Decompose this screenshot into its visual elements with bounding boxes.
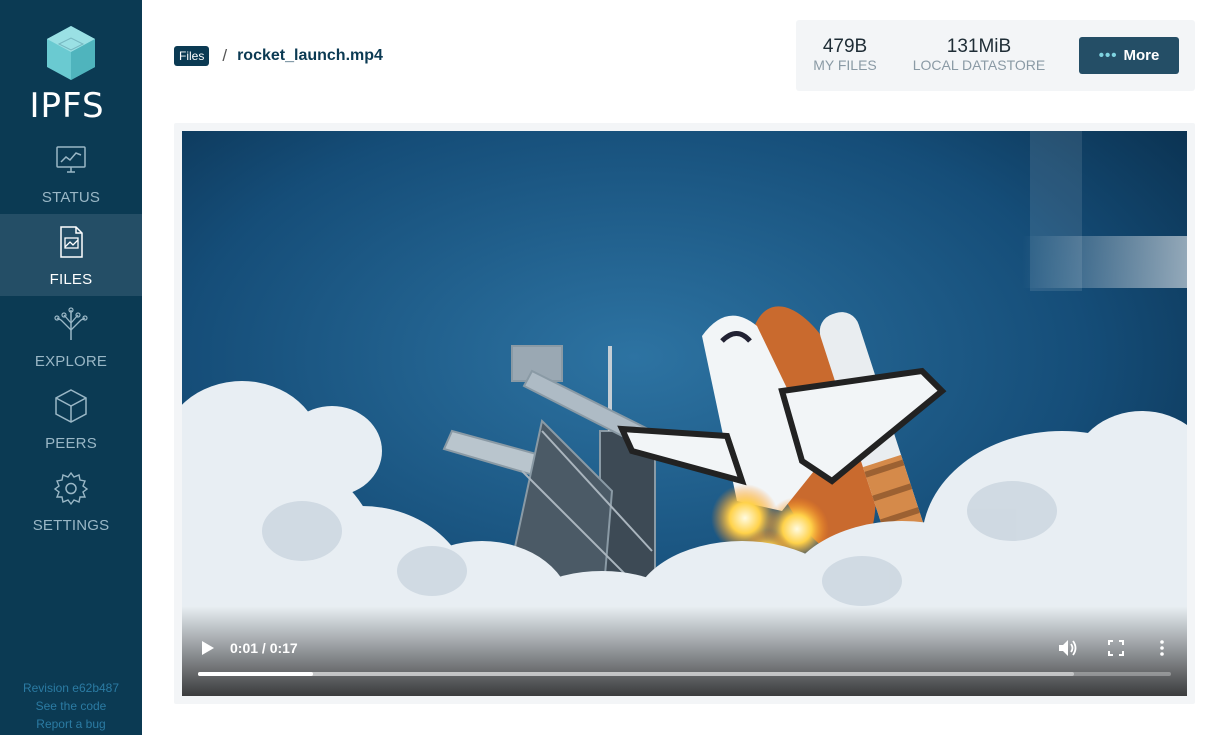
sidebar: IPFS STATUS FILES EXPLORE PEERS SETTINGS… — [0, 0, 142, 735]
video-time: 0:01 / 0:17 — [230, 640, 298, 656]
explore-tree-icon — [54, 307, 88, 340]
play-icon[interactable] — [200, 639, 216, 657]
kebab-menu-icon[interactable] — [1158, 639, 1166, 657]
sidebar-item-explore[interactable]: EXPLORE — [0, 296, 142, 378]
my-files-label: MY FILES — [813, 57, 877, 73]
sidebar-item-label: FILES — [49, 271, 93, 288]
more-button[interactable]: ••• More — [1079, 37, 1179, 74]
sidebar-item-label: EXPLORE — [34, 353, 108, 370]
breadcrumb-separator: / — [222, 46, 228, 65]
more-button-label: More — [1123, 47, 1160, 64]
sidebar-item-settings[interactable]: SETTINGS — [0, 460, 142, 542]
status-chart-icon — [56, 146, 86, 173]
logo[interactable]: IPFS — [0, 24, 142, 126]
breadcrumb-file: rocket_launch.mp4 — [237, 47, 383, 64]
datastore-label: LOCAL DATASTORE — [912, 57, 1046, 73]
report-bug-link[interactable]: Report a bug — [0, 715, 142, 733]
cube-icon — [47, 26, 95, 80]
logo-text: IPFS — [29, 86, 105, 126]
breadcrumb: Files / rocket_launch.mp4 — [174, 45, 383, 67]
video-player[interactable]: 0:01 / 0:17 — [182, 131, 1187, 696]
stats-panel: 479B MY FILES 131MiB LOCAL DATASTORE •••… — [796, 20, 1195, 91]
fullscreen-icon[interactable] — [1108, 640, 1124, 656]
files-document-icon — [60, 226, 83, 258]
sidebar-footer: Revision e62b487 See the code Report a b… — [0, 679, 142, 733]
progress-bar[interactable] — [198, 672, 1171, 676]
sidebar-item-label: SETTINGS — [32, 517, 110, 534]
datastore-value: 131MiB — [946, 36, 1012, 57]
datastore-stat: 131MiB LOCAL DATASTORE — [908, 36, 1050, 74]
see-code-link[interactable]: See the code — [0, 697, 142, 715]
volume-icon[interactable] — [1058, 639, 1078, 657]
my-files-stat: 479B MY FILES — [812, 36, 878, 74]
progress-played — [198, 672, 313, 676]
controls-overlay — [182, 606, 1187, 696]
sidebar-item-peers[interactable]: PEERS — [0, 378, 142, 460]
sidebar-item-label: PEERS — [45, 435, 97, 452]
progress-buffered — [198, 672, 1074, 676]
sidebar-item-files[interactable]: FILES — [0, 214, 142, 296]
breadcrumb-root[interactable]: Files — [174, 46, 210, 66]
settings-gear-icon — [53, 471, 89, 506]
peers-cube-icon — [55, 389, 87, 423]
sidebar-item-status[interactable]: STATUS — [0, 132, 142, 214]
video-player-frame: 0:01 / 0:17 — [174, 123, 1195, 704]
ellipsis-icon: ••• — [1098, 47, 1118, 64]
sidebar-item-label: STATUS — [41, 189, 101, 206]
revision-link[interactable]: Revision e62b487 — [0, 679, 142, 697]
my-files-value: 479B — [822, 36, 868, 57]
